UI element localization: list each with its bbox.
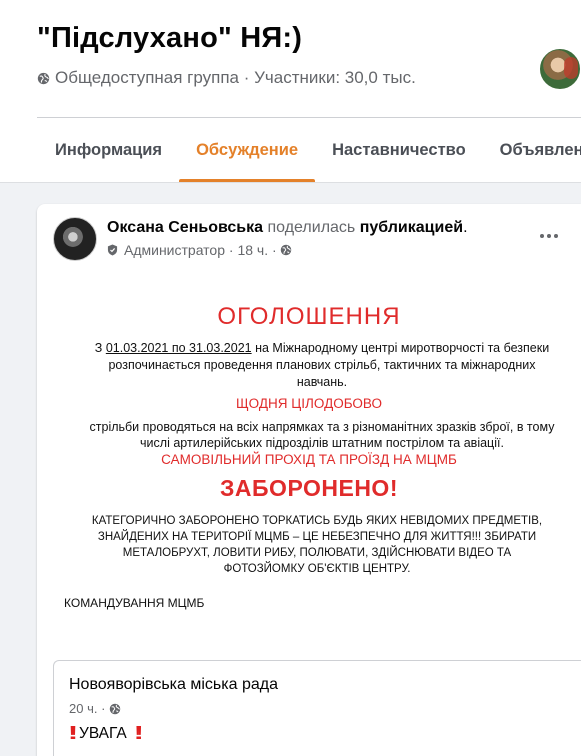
globe-icon <box>280 244 291 256</box>
notice-paragraph-2: стрільби проводяться на всіх напрямках т… <box>89 420 555 450</box>
share-verb: поделилась <box>267 219 356 236</box>
shared-page-name[interactable]: Новояворівська міська рада <box>69 676 278 694</box>
author-name[interactable]: Оксана Сеньовська <box>107 219 263 236</box>
shared-post[interactable]: Новояворівська міська рада 20 ч. · !! УВ… <box>53 660 581 756</box>
shared-time-text[interactable]: 20 ч. · <box>69 701 105 716</box>
post-sub-line: Администратор · 18 ч. · <box>107 242 292 258</box>
post-card: Оксана Сеньовська поделилась публикацией… <box>37 204 581 756</box>
group-header: "Підслухано" НЯ:) Общедоступная группа ·… <box>0 0 581 183</box>
tab-mentorship[interactable]: Наставничество <box>315 118 483 182</box>
group-tabs: Информация Обсуждение Наставничество Объ… <box>37 118 581 182</box>
group-meta: Общедоступная группа · Участники: 30,0 т… <box>37 68 416 88</box>
author-avatar[interactable] <box>53 217 97 261</box>
tab-announcements[interactable]: Объявления <box>483 118 581 182</box>
notice-daily: ЩОДНЯ ЦІЛОДОБОВО <box>236 396 382 411</box>
group-meta-text: Общедоступная группа · Участники: 30,0 т… <box>55 68 416 87</box>
notice-signature: КОМАНДУВАННЯ МЦМБ <box>64 596 205 610</box>
double-exclamation-icon: !! <box>134 723 143 743</box>
globe-icon <box>37 72 50 84</box>
more-options-icon[interactable] <box>534 226 564 246</box>
notice-dates: 01.03.2021 по 31.03.2021 <box>105 341 252 355</box>
notice-prohibitions: КАТЕГОРИЧНО ЗАБОРОНЕНО ТОРКАТИСЬ БУДЬ ЯК… <box>91 515 543 575</box>
shared-publication-link[interactable]: публикацией <box>360 219 463 236</box>
post-time[interactable]: · 18 ч. · <box>229 242 277 258</box>
group-title[interactable]: "Підслухано" НЯ:) <box>37 22 302 55</box>
admin-shield-icon <box>107 244 118 256</box>
shared-post-text: !! УВАГА !! <box>69 723 143 744</box>
post-author-line: Оксана Сеньовська поделилась публикацией… <box>107 219 468 237</box>
double-exclamation-icon: !! <box>69 723 77 743</box>
author-line-suffix: . <box>463 219 468 236</box>
notice-forbidden: ЗАБОРОНЕНО! <box>220 475 398 501</box>
notice-title: ОГОЛОШЕННЯ <box>217 303 401 330</box>
tab-info[interactable]: Информация <box>37 118 179 182</box>
globe-icon <box>110 703 121 714</box>
shared-text-label: УВАГА <box>79 724 127 742</box>
shared-post-time: 20 ч. · <box>69 701 126 716</box>
notice-warning: САМОВІЛЬНИЙ ПРОХІД ТА ПРОЇЗД НА МЦМБ <box>161 452 457 467</box>
notice-paragraph-1: З 01.03.2021 по 31.03.2021 на Міжнародно… <box>94 341 550 389</box>
admin-role: Администратор <box>124 242 226 258</box>
member-avatar[interactable] <box>538 47 581 91</box>
tab-discussion[interactable]: Обсуждение <box>179 118 316 182</box>
